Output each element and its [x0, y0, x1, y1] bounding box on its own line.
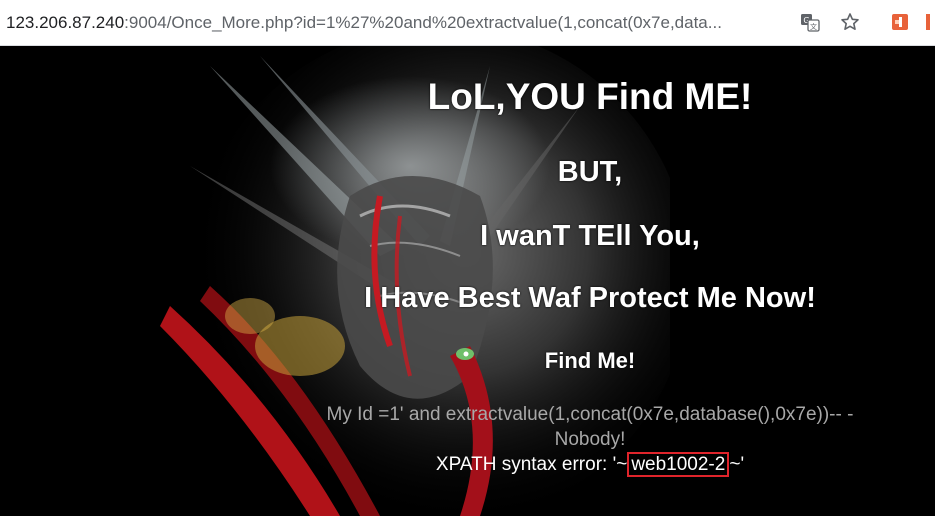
page-body: LoL,YOU Find ME! BUT, I wanT TEll You, I… — [0, 46, 935, 516]
browser-toolbar: 123.206.87.240:9004/Once_More.php?id=1%2… — [0, 0, 935, 46]
error-prefix: XPATH syntax error: '~ — [435, 454, 628, 475]
heading-find-me: Find Me! — [544, 348, 636, 373]
address-path: :9004/Once_More.php?id=1%27%20and%20extr… — [124, 13, 722, 32]
address-bar[interactable]: 123.206.87.240:9004/Once_More.php?id=1%2… — [6, 13, 786, 33]
menu-icon[interactable] — [918, 10, 935, 34]
extension-icon[interactable] — [888, 10, 912, 34]
query-info: My Id =1' and extractvalue(1,concat(0x7e… — [240, 402, 935, 452]
heading-best-waf: I Have Best Waf Protect Me Now! — [364, 282, 816, 314]
heading-but: BUT, — [557, 156, 623, 188]
svg-text:文: 文 — [810, 22, 817, 31]
database-name-highlight: web1002-2 — [627, 452, 730, 477]
address-host: 123.206.87.240 — [6, 13, 125, 32]
my-id-text: My Id =1' and extractvalue(1,concat(0x7e… — [326, 404, 854, 425]
nobody-text: Nobody! — [554, 429, 626, 450]
error-suffix: ~' — [729, 454, 745, 475]
heading-lol-you-find-me: LoL,YOU Find ME! — [427, 76, 753, 117]
translate-icon[interactable]: G 文 — [798, 10, 822, 34]
heading-i-want-tell-you: I wanT TEll You, — [480, 220, 700, 252]
xpath-error-message: XPATH syntax error: '~ web1002-2 ~' — [240, 452, 935, 477]
star-icon[interactable] — [838, 10, 862, 34]
